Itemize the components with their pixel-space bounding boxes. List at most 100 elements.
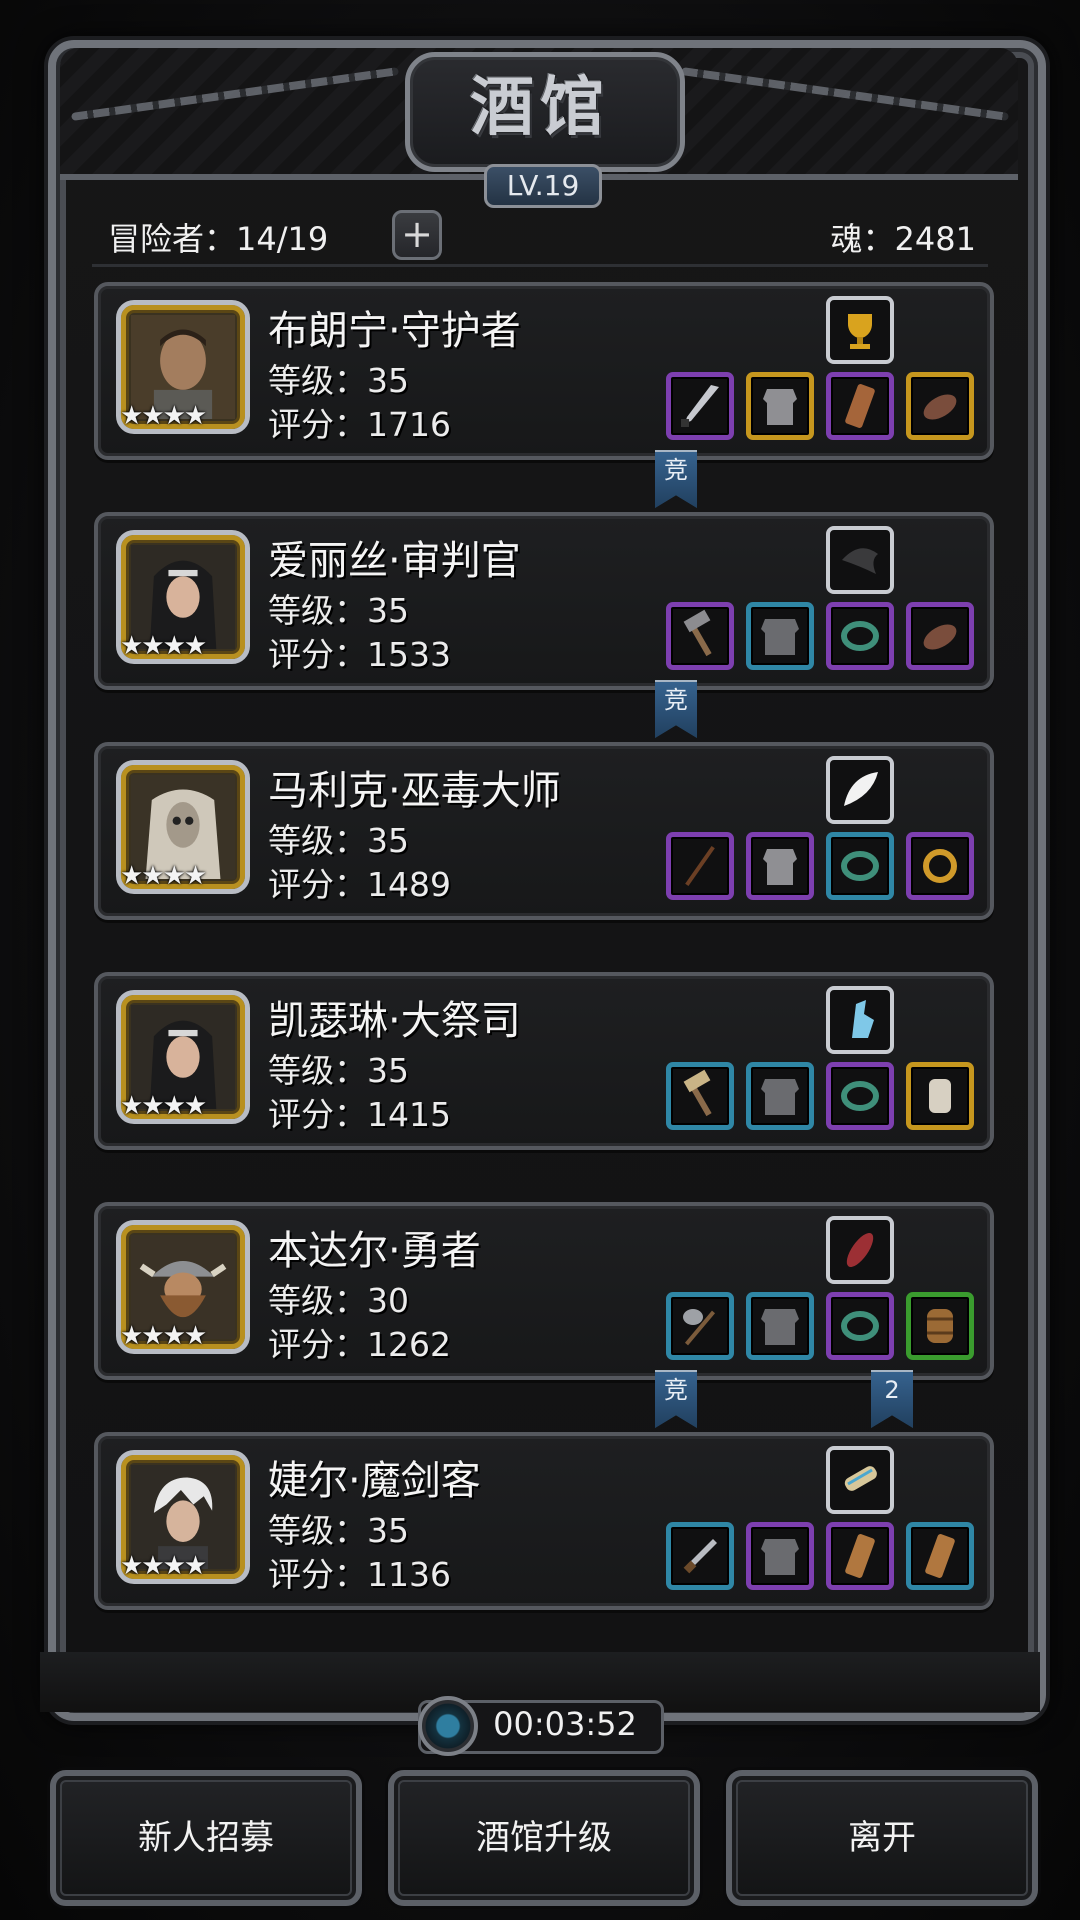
wood-bracer-icon	[925, 1534, 955, 1578]
leave-button[interactable]: 离开	[726, 1770, 1038, 1906]
refresh-timer-value: 00:03:52	[493, 1705, 637, 1743]
armor-icon	[763, 389, 797, 425]
hero-name: 布朗宁·守护者	[268, 308, 521, 354]
page-title: 酒馆	[470, 71, 610, 145]
ring-icon	[841, 1311, 879, 1341]
hammer-icon	[683, 1069, 712, 1117]
hero-card[interactable]: ★★★★ 马利克·巫毒大师 等级：35 评分：1489	[94, 742, 994, 920]
equipment-slot[interactable]	[746, 1522, 814, 1590]
hero-skill-slot[interactable]	[826, 526, 894, 594]
hero-level: 等级：35	[268, 1051, 409, 1090]
dagger-icon	[683, 1539, 717, 1574]
hero-name: 婕尔·魔剑客	[268, 1458, 481, 1504]
hero-level: 等级：35	[268, 361, 409, 400]
armor-icon	[763, 849, 797, 885]
hero-card[interactable]: ★★★★ 凯瑟琳·大祭司 等级：35 评分：1415	[94, 972, 994, 1150]
hero-name: 爱丽丝·审判官	[268, 538, 521, 584]
equipment-slot[interactable]	[826, 832, 894, 900]
armor-icon	[761, 1309, 799, 1345]
equipment-slot[interactable]	[666, 602, 734, 670]
hero-score: 评分：1489	[268, 865, 451, 904]
equipment-slot[interactable]	[906, 1522, 974, 1590]
red-pepper-icon	[846, 1232, 874, 1268]
equipment-slot[interactable]	[906, 372, 974, 440]
equipment-slot[interactable]	[746, 1062, 814, 1130]
equipment-slot[interactable]	[826, 1292, 894, 1360]
equipment-slot[interactable]	[746, 832, 814, 900]
hero-skill-slot[interactable]	[826, 296, 894, 364]
armor-icon	[761, 1079, 799, 1115]
equipment-slot[interactable]	[906, 832, 974, 900]
hero-score: 评分：1262	[268, 1325, 451, 1364]
hero-star-rating: ★★★★	[120, 861, 207, 891]
equipment-slot[interactable]	[906, 1062, 974, 1130]
gold-ring-icon	[923, 849, 957, 883]
hero-level: 等级：35	[268, 1511, 409, 1550]
hero-skill-slot[interactable]	[826, 1446, 894, 1514]
hero-star-rating: ★★★★	[120, 1091, 207, 1121]
armor-icon	[761, 1539, 799, 1575]
equipment-slot[interactable]	[826, 372, 894, 440]
hero-level: 等级：35	[268, 591, 409, 630]
hero-level: 等级：30	[268, 1281, 409, 1320]
equipment-slot[interactable]	[666, 372, 734, 440]
sword-icon	[681, 385, 719, 427]
tavern-level-badge: LV.19	[484, 164, 602, 208]
equipment-slot[interactable]	[666, 1522, 734, 1590]
equipment-slot[interactable]	[906, 1292, 974, 1360]
upgrade-tavern-button[interactable]: 酒馆升级	[388, 1770, 700, 1906]
barrel-icon	[927, 1309, 953, 1343]
adventurer-count: 冒险者：14/19	[108, 220, 329, 258]
equipment-slot[interactable]	[666, 832, 734, 900]
hero-score: 评分：1533	[268, 635, 451, 674]
hammer-icon	[683, 609, 712, 657]
hero-score: 评分：1136	[268, 1555, 451, 1594]
hero-card[interactable]: ★★★★ 布朗宁·守护者 等级：35 评分：1716	[94, 282, 994, 460]
equipment-slot[interactable]	[746, 602, 814, 670]
hero-skill-slot[interactable]	[826, 1216, 894, 1284]
resource-bar: 冒险者：14/19 + 魂：2481	[92, 204, 988, 267]
hero-score: 评分：1415	[268, 1095, 451, 1134]
recruit-button[interactable]: 新人招募	[50, 1770, 362, 1906]
scroll-icon	[844, 1466, 877, 1491]
hero-card[interactable]: ★★★★ 爱丽丝·审判官 等级：35 评分：1533	[94, 512, 994, 690]
hero-card[interactable]: ★★★★ 婕尔·魔剑客 等级：35 评分：1136	[94, 1432, 994, 1610]
ice-crystal-icon	[852, 1000, 874, 1038]
armor-icon	[761, 619, 799, 655]
leather-boot-icon	[923, 624, 957, 650]
hero-name: 凯瑟琳·大祭司	[268, 998, 521, 1044]
ring-icon	[841, 621, 879, 651]
hero-name: 马利克·巫毒大师	[268, 768, 561, 814]
equipment-slot[interactable]	[746, 372, 814, 440]
amulet-icon	[929, 1079, 951, 1113]
hero-level: 等级：35	[268, 821, 409, 860]
hero-skill-slot[interactable]	[826, 756, 894, 824]
feather-icon	[844, 772, 878, 806]
axe-icon	[683, 1309, 716, 1346]
clock-icon	[418, 1696, 478, 1756]
leather-boot-icon	[923, 394, 957, 420]
ring-icon	[841, 1081, 879, 1111]
hero-star-rating: ★★★★	[120, 401, 207, 431]
equipment-slot[interactable]	[746, 1292, 814, 1360]
hero-score: 评分：1716	[268, 405, 451, 444]
equipment-slot[interactable]	[666, 1292, 734, 1360]
staff-icon	[685, 846, 715, 886]
wood-bracer-icon	[845, 1534, 875, 1578]
hero-star-rating: ★★★★	[120, 1551, 207, 1581]
equipment-slot[interactable]	[906, 602, 974, 670]
hero-name: 本达尔·勇者	[268, 1228, 481, 1274]
soul-currency: 魂：2481	[830, 220, 976, 258]
hero-skill-slot[interactable]	[826, 986, 894, 1054]
hero-star-rating: ★★★★	[120, 1321, 207, 1351]
trophy-icon	[848, 314, 872, 349]
equipment-slot[interactable]	[826, 602, 894, 670]
hero-card[interactable]: ★★★★ 本达尔·勇者 等级：30 评分：1262	[94, 1202, 994, 1380]
equipment-slot[interactable]	[826, 1522, 894, 1590]
dark-claw-icon	[842, 548, 878, 574]
ring-icon	[841, 851, 879, 881]
add-adventurer-slot-button[interactable]: +	[392, 210, 442, 260]
hero-star-rating: ★★★★	[120, 631, 207, 661]
equipment-slot[interactable]	[826, 1062, 894, 1130]
equipment-slot[interactable]	[666, 1062, 734, 1130]
